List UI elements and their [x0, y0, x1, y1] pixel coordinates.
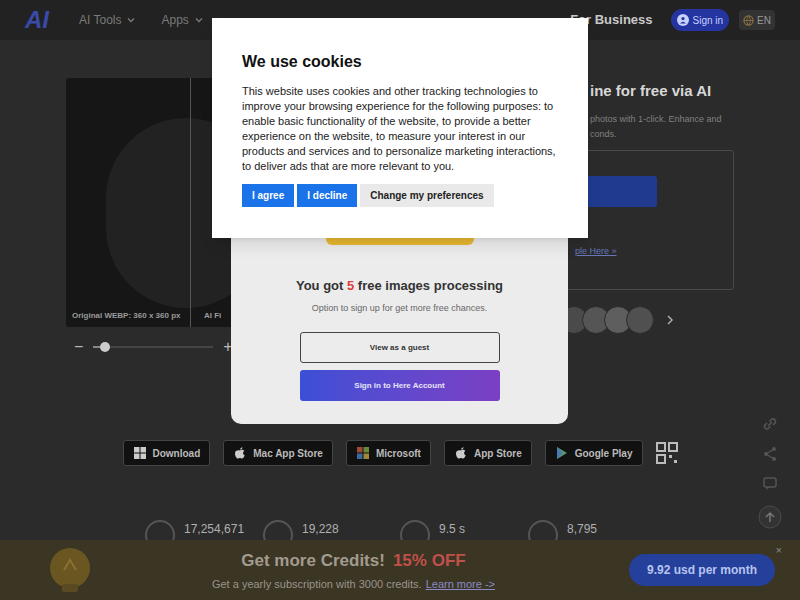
store-badge[interactable]: Download [123, 440, 211, 466]
nav-item[interactable]: Apps [161, 11, 202, 29]
price-button[interactable]: 9.92 usd per month [629, 554, 775, 586]
nav-label[interactable]: Apps [161, 11, 188, 29]
cookie-button[interactable]: I agree [242, 184, 294, 207]
promo-banner: Get more Credits! 15% OFF Get a yearly s… [0, 540, 800, 600]
promo-description: Get a yearly subscription with 3000 cred… [212, 576, 422, 593]
account-sign-in-label[interactable]: Sign in to Here Account [354, 380, 444, 392]
title-start: You got [296, 278, 347, 293]
chevron-right-icon[interactable] [666, 315, 674, 325]
zoom-thumb[interactable] [100, 342, 110, 352]
sample-face[interactable] [626, 306, 654, 334]
guest-label[interactable]: View as a guest [370, 342, 429, 354]
store-badge[interactable]: App Store [444, 440, 532, 466]
learn-more-link[interactable]: Learn more -> [426, 576, 495, 593]
store-badges: Download Mac App Store Microsoft App Store G… [0, 440, 800, 466]
modal-title: You got 5 free images processing [296, 276, 503, 296]
result-caption: AI Fi [204, 310, 221, 322]
cookie-body: This website uses cookies and other trac… [242, 84, 558, 174]
compare-divider[interactable] [190, 78, 191, 327]
windows-icon [133, 446, 147, 460]
account-sign-in-button[interactable]: Sign in to Here Account [300, 370, 500, 401]
qr-code-icon[interactable] [656, 442, 678, 464]
store-label[interactable]: Microsoft [376, 446, 421, 461]
promo-subline: Get a yearly subscription with 3000 cred… [212, 576, 495, 593]
scroll-top-icon[interactable] [758, 505, 782, 529]
cookie-title: We use cookies [242, 50, 558, 74]
nav-item[interactable]: AI Tools [79, 11, 135, 29]
stat-item: 17,254,671 [145, 520, 263, 540]
store-badge[interactable]: Mac App Store [223, 440, 333, 466]
cookie-buttons: I agree I decline Change my preferences [242, 184, 558, 207]
stat-icon [263, 520, 293, 540]
stat-value: 19,228 [302, 520, 339, 538]
store-label[interactable]: Download [153, 446, 201, 461]
globe-icon [743, 15, 754, 26]
language-label[interactable]: EN [757, 13, 771, 28]
store-badge[interactable]: Google Play [545, 440, 643, 466]
apple-icon [454, 446, 468, 460]
subtitle-line: photos with 1-click. Enhance and [590, 113, 750, 127]
title-end: free images processing [354, 278, 503, 293]
store-list: Download Mac App Store Microsoft App Store G… [123, 440, 643, 466]
logo[interactable]: AI [25, 8, 65, 32]
sign-in-label[interactable]: Sign in [693, 13, 724, 28]
language-switch[interactable]: EN [739, 10, 775, 30]
hero-subtitle: photos with 1-click. Enhance and conds. [560, 113, 750, 142]
modal-subtitle: Option to sign up for get more free chan… [312, 302, 488, 316]
nav-label[interactable]: AI Tools [79, 11, 121, 29]
cookie-button-label[interactable]: I decline [307, 188, 347, 203]
stat-item: 8,795 [528, 520, 648, 540]
sample-faces [560, 306, 750, 334]
store-label[interactable]: Google Play [575, 446, 633, 461]
microsoft-icon [356, 446, 370, 460]
stat-value: 8,795 [567, 520, 597, 538]
promo-heading: Get more Credits! 15% OFF [241, 548, 465, 574]
cookie-button-label[interactable]: Change my preferences [370, 188, 483, 203]
cookie-button[interactable]: I decline [297, 184, 357, 207]
stat-value: 17,254,671 [184, 520, 244, 538]
chat-icon[interactable] [761, 475, 779, 493]
page: AI AI ToolsApps For Business Sign in EN … [0, 0, 800, 600]
lightbulb-icon [42, 544, 98, 596]
play-icon [555, 446, 569, 460]
floating-tools [758, 415, 782, 529]
sign-in-button[interactable]: Sign in [671, 9, 730, 31]
caret-down-icon[interactable] [127, 16, 135, 24]
original-caption: Original WEBP: 360 x 360 px [72, 310, 180, 322]
guest-button[interactable]: View as a guest [300, 332, 500, 363]
user-icon [677, 14, 689, 26]
promo-discount: 15% OFF [393, 548, 466, 574]
spacer [0, 466, 800, 520]
cookie-button-label[interactable]: I agree [252, 188, 284, 203]
caret-down-icon[interactable] [195, 16, 203, 24]
hero-title: ine for free via AI [560, 80, 750, 103]
stat-item: 9.5 s [400, 520, 528, 540]
close-banner-button[interactable]: × [776, 542, 782, 559]
store-badge[interactable]: Microsoft [346, 440, 431, 466]
store-label[interactable]: Mac App Store [253, 446, 323, 461]
free-count: 5 [347, 278, 354, 293]
promo-text: Get more Credits! 15% OFF Get a yearly s… [98, 548, 609, 593]
zoom-out-button[interactable]: − [74, 339, 83, 355]
stat-icon [145, 520, 175, 540]
apple-icon [233, 446, 247, 460]
nav: AI Tools Apps [79, 11, 203, 29]
stat-item: 19,228 [263, 520, 400, 540]
hero-text: ine for free via AI photos with 1-click.… [560, 78, 750, 400]
stat-icon [528, 520, 558, 540]
sample-link[interactable]: ple Here » [575, 245, 719, 259]
stat-icon [400, 520, 430, 540]
share-icon[interactable] [761, 445, 779, 463]
subtitle-line: conds. [590, 128, 750, 142]
cookie-button[interactable]: Change my preferences [360, 184, 493, 207]
price-label[interactable]: 9.92 usd per month [647, 561, 757, 579]
zoom-track[interactable] [93, 346, 213, 348]
cookie-dialog: We use cookies This website uses cookies… [212, 18, 588, 238]
promo-title: Get more Credits! [241, 548, 385, 574]
store-label[interactable]: App Store [474, 446, 522, 461]
stat-value: 9.5 s [439, 520, 465, 538]
stats-row: 17,254,671 19,228 9.5 s 8,795 [0, 520, 800, 540]
link-icon[interactable] [761, 415, 779, 433]
